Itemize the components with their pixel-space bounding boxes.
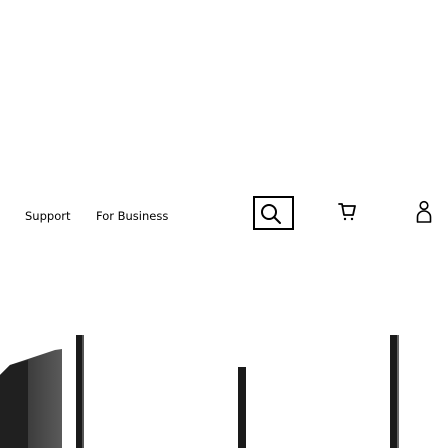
hero-image [0,335,399,448]
account-icon[interactable] [416,200,432,224]
search-button[interactable] [253,196,294,230]
search-icon [261,204,281,224]
page: Support For Business [0,0,448,448]
nav-link-support[interactable]: Support [25,208,70,224]
cart-icon[interactable] [338,202,356,224]
nav-link-for-business[interactable]: For Business [96,208,168,224]
